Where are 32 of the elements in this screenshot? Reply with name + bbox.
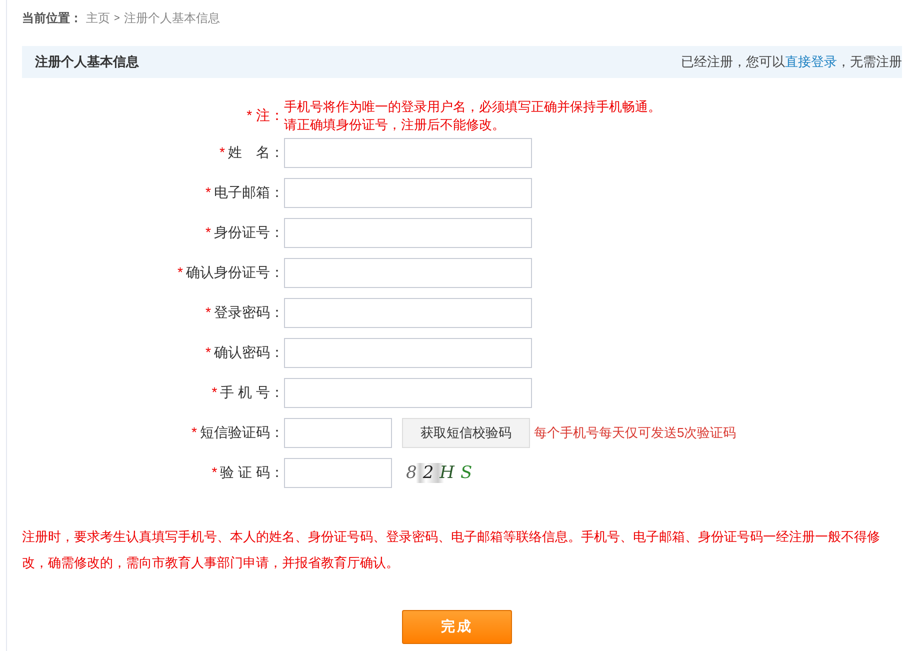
input-field[interactable] — [284, 378, 532, 408]
input-field[interactable] — [284, 458, 392, 488]
input-field[interactable] — [284, 418, 392, 448]
input-field[interactable] — [284, 338, 532, 368]
notice-text: 请正确填身份证号，注册后不能修改。 — [284, 116, 506, 134]
field-label: * 身份证号： — [204, 224, 284, 242]
input-field[interactable] — [284, 298, 532, 328]
input-field[interactable] — [284, 178, 532, 208]
field-label: * 确认身份证号： — [176, 264, 284, 282]
notice-text: 手机号将作为唯一的登录用户名，必须填写正确并保持手机畅通。 — [284, 98, 662, 116]
login-hint: 已经注册，您可以直接登录，无需注册 — [681, 53, 902, 71]
field-label: * 姓 名： — [218, 144, 284, 162]
section-title: 注册个人基本信息 — [35, 53, 139, 71]
input-field[interactable] — [284, 218, 532, 248]
breadcrumb-label: 当前位置： — [22, 10, 82, 26]
hint-text: 每个手机号每天仅可发送5次验证码 — [534, 424, 736, 442]
registration-note: 注册时，要求考生认真填写手机号、本人的姓名、身份证号码、登录密码、电子邮箱等联络信息。手机号、电子邮箱、身份证号码一经注册一般不得修改，确需修改的，需向市教育人事部门申请，并报省教育厅确认。 — [22, 528, 881, 572]
breadcrumb-link[interactable]: 主页 — [86, 10, 110, 26]
field-label: * 手 机 号： — [210, 384, 284, 402]
field-label: * 登录密码： — [204, 304, 284, 322]
notice-label: * 注： — [246, 107, 284, 125]
breadcrumb-separator: > — [114, 12, 120, 24]
field-label: * 验 证 码： — [210, 464, 284, 482]
input-field[interactable] — [284, 258, 532, 288]
get-sms-code-button[interactable]: 获取短信校验码 — [402, 418, 530, 448]
breadcrumb-link[interactable]: 注册个人基本信息 — [124, 10, 220, 26]
login-link[interactable]: 直接登录 — [785, 54, 837, 69]
field-label: * 确认密码： — [204, 344, 284, 362]
input-field[interactable] — [284, 138, 532, 168]
field-label: * 电子邮箱： — [204, 184, 284, 202]
submit-button[interactable]: 完成 — [402, 610, 512, 644]
field-label: * 短信验证码： — [190, 424, 284, 442]
